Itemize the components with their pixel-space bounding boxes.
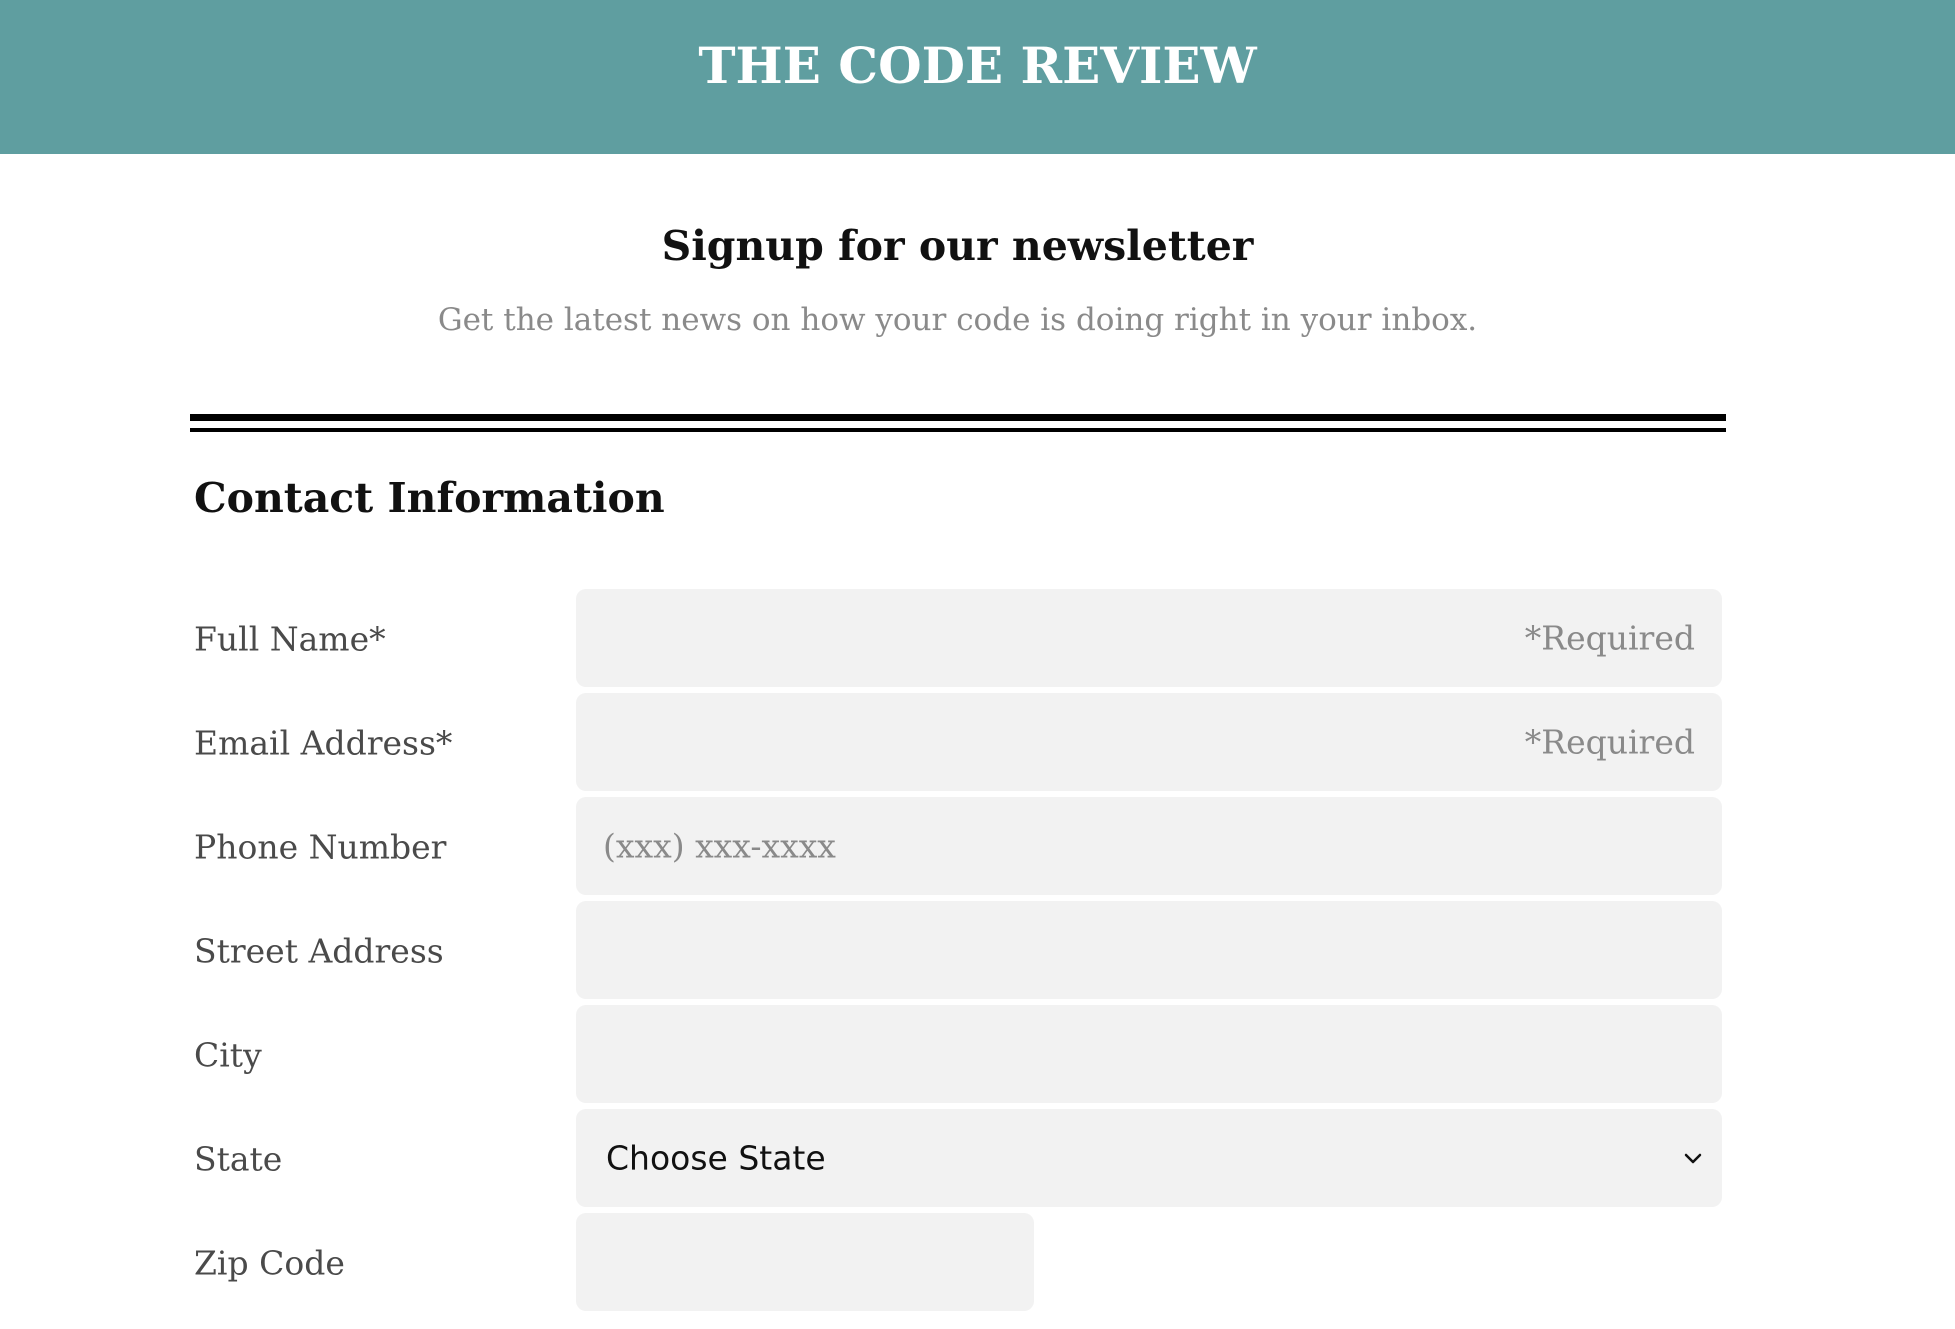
email-placeholder: *Required: [1524, 722, 1695, 762]
email-input[interactable]: *Required: [576, 693, 1722, 791]
phone-placeholder: (xxx) xxx-xxxx: [603, 826, 836, 866]
full-name-input[interactable]: *Required: [576, 589, 1722, 687]
form-row-phone: Phone Number (xxx) xxx-xxxx: [194, 797, 1724, 897]
form-row-city: City: [194, 1005, 1724, 1105]
state-select[interactable]: Choose State: [576, 1109, 1722, 1207]
phone-input[interactable]: (xxx) xxx-xxxx: [576, 797, 1722, 895]
state-selected-value: Choose State: [606, 1138, 826, 1178]
contact-section-title: Contact Information: [194, 474, 665, 522]
street-label: Street Address: [194, 931, 444, 971]
full-name-label: Full Name*: [194, 619, 386, 659]
site-title: THE CODE REVIEW: [698, 35, 1257, 95]
form-row-full-name: Full Name* *Required: [194, 589, 1724, 689]
state-label: State: [194, 1139, 283, 1179]
form-row-street: Street Address: [194, 901, 1724, 1001]
phone-label: Phone Number: [194, 827, 447, 867]
city-input[interactable]: [576, 1005, 1722, 1103]
zip-label: Zip Code: [194, 1243, 345, 1283]
form-row-state: State Choose State: [194, 1109, 1724, 1209]
street-input[interactable]: [576, 901, 1722, 999]
email-label: Email Address*: [194, 723, 453, 763]
newsletter-title: Signup for our newsletter: [661, 222, 1254, 270]
full-name-placeholder: *Required: [1524, 618, 1695, 658]
section-divider: [190, 414, 1726, 432]
site-header: THE CODE REVIEW: [0, 0, 1955, 154]
zip-input[interactable]: [576, 1213, 1034, 1311]
newsletter-subtitle: Get the latest news on how your code is …: [437, 302, 1478, 338]
form-row-email: Email Address* *Required: [194, 693, 1724, 793]
chevron-down-icon: [1684, 1153, 1702, 1164]
city-label: City: [194, 1035, 262, 1075]
form-row-zip: Zip Code: [194, 1213, 1724, 1313]
